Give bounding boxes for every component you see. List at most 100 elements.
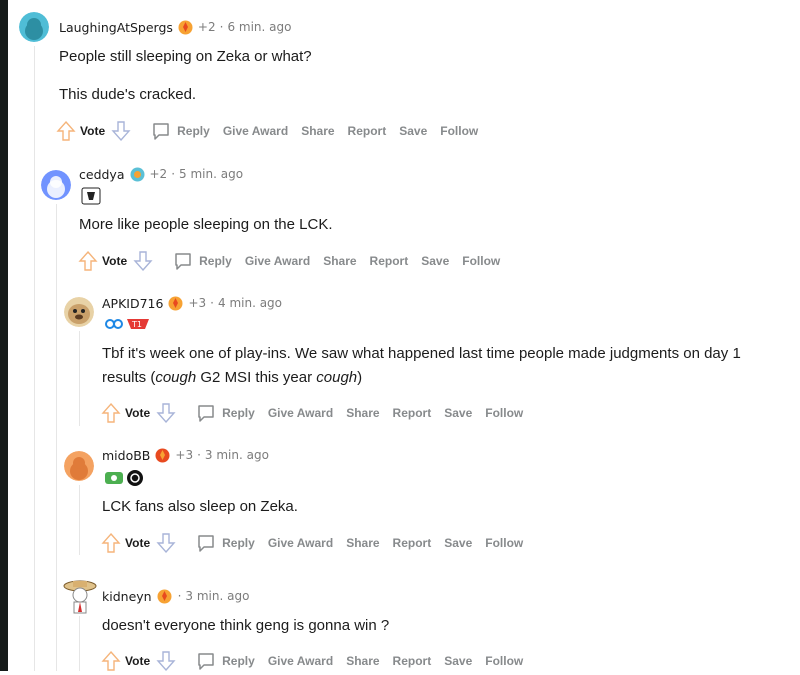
comment-actions: Vote Reply Give Award Share Report Save … <box>101 649 523 673</box>
comment-body: More like people sleeping on the LCK. <box>79 213 759 237</box>
share-button[interactable]: Share <box>346 654 379 668</box>
reply-button[interactable]: Reply <box>173 251 232 271</box>
give-award-button[interactable]: Give Award <box>223 124 288 138</box>
timestamp[interactable]: 3 min. ago <box>185 589 249 603</box>
save-button[interactable]: Save <box>444 654 472 668</box>
give-award-button[interactable]: Give Award <box>245 254 310 268</box>
upvote-arrow-icon[interactable] <box>56 120 76 142</box>
upvote-arrow-icon[interactable] <box>101 650 121 672</box>
share-button[interactable]: Share <box>346 536 379 550</box>
report-button[interactable]: Report <box>370 254 409 268</box>
comment-meta: midoBB +3 · 3 min. ago <box>102 446 269 464</box>
avatar[interactable] <box>41 170 71 200</box>
comment-meta: APKID716 +3 · 4 min. ago <box>102 294 282 312</box>
comment-paragraph: Tbf it's week one of play-ins. We saw wh… <box>102 342 762 390</box>
comment-meta: ceddya +2 · 5 min. ago <box>79 165 243 183</box>
reply-label: Reply <box>199 254 232 268</box>
text-part: G2 MSI this year <box>196 369 317 386</box>
vote-count: Vote <box>125 406 151 420</box>
follow-button[interactable]: Follow <box>440 124 478 138</box>
follow-button[interactable]: Follow <box>462 254 500 268</box>
username[interactable]: APKID716 <box>102 296 163 311</box>
downvote-arrow-icon[interactable] <box>156 650 176 672</box>
avatar[interactable] <box>64 451 94 481</box>
separator: · <box>177 589 182 603</box>
upvote-arrow-icon[interactable] <box>101 532 121 554</box>
report-button[interactable]: Report <box>393 654 432 668</box>
comment-body: doesn't everyone think geng is gonna win… <box>102 614 762 638</box>
save-button[interactable]: Save <box>444 406 472 420</box>
comment-actions: Vote Reply Give Award Share Report Save … <box>78 249 500 273</box>
report-button[interactable]: Report <box>393 406 432 420</box>
username[interactable]: ceddya <box>79 167 125 182</box>
comment-body: Tbf it's week one of play-ins. We saw wh… <box>102 342 762 390</box>
italic-text: cough <box>316 369 358 386</box>
thread-line[interactable] <box>56 204 57 671</box>
thread-line[interactable] <box>79 331 80 426</box>
comment-meta: LaughingAtSpergs +2 · 6 min. ago <box>59 18 291 36</box>
award-flame-icon <box>130 167 145 182</box>
save-button[interactable]: Save <box>421 254 449 268</box>
avatar[interactable] <box>19 12 49 42</box>
speech-bubble-icon <box>198 535 214 552</box>
separator: · <box>197 448 201 462</box>
award-count: +3 <box>175 448 194 462</box>
username[interactable]: LaughingAtSpergs <box>59 20 173 35</box>
follow-button[interactable]: Follow <box>485 406 523 420</box>
award-flame-icon <box>155 448 170 463</box>
window-edge <box>0 0 8 671</box>
speech-bubble-icon <box>175 253 191 270</box>
share-button[interactable]: Share <box>346 406 379 420</box>
save-button[interactable]: Save <box>444 536 472 550</box>
thread-line[interactable] <box>79 616 80 671</box>
timestamp[interactable]: 5 min. ago <box>179 167 243 181</box>
reply-button[interactable]: Reply <box>151 121 210 141</box>
separator: · <box>219 20 224 34</box>
comment-paragraph: This dude's cracked. <box>59 86 197 103</box>
timestamp[interactable]: 3 min. ago <box>205 448 269 462</box>
give-award-button[interactable]: Give Award <box>268 654 333 668</box>
vote-count: Vote <box>80 124 106 138</box>
report-button[interactable]: Report <box>393 536 432 550</box>
follow-button[interactable]: Follow <box>485 536 523 550</box>
reply-label: Reply <box>222 406 255 420</box>
username[interactable]: midoBB <box>102 448 150 463</box>
upvote-arrow-icon[interactable] <box>78 250 98 272</box>
vote-count: Vote <box>102 254 128 268</box>
follow-button[interactable]: Follow <box>485 654 523 668</box>
give-award-button[interactable]: Give Award <box>268 536 333 550</box>
reply-label: Reply <box>222 536 255 550</box>
upvote-arrow-icon[interactable] <box>101 402 121 424</box>
username[interactable]: kidneyn <box>102 589 152 604</box>
award-flame-icon <box>168 296 183 311</box>
downvote-arrow-icon[interactable] <box>133 250 153 272</box>
give-award-button[interactable]: Give Award <box>268 406 333 420</box>
avatar[interactable] <box>62 578 98 614</box>
comment-meta: kidneyn · 3 min. ago <box>102 587 249 605</box>
save-button[interactable]: Save <box>399 124 427 138</box>
avatar[interactable] <box>64 297 94 327</box>
reply-button[interactable]: Reply <box>196 403 255 423</box>
separator: · <box>210 296 214 310</box>
team-logo-icon <box>105 472 123 484</box>
thread-line[interactable] <box>79 485 80 555</box>
vote-count: Vote <box>125 536 151 550</box>
share-button[interactable]: Share <box>301 124 334 138</box>
reply-button[interactable]: Reply <box>196 651 255 671</box>
comment-actions: Vote Reply Give Award Share Report Save … <box>101 531 523 555</box>
downvote-arrow-icon[interactable] <box>111 120 131 142</box>
timestamp[interactable]: 6 min. ago <box>227 20 291 34</box>
timestamp[interactable]: 4 min. ago <box>218 296 282 310</box>
thread-line[interactable] <box>34 46 35 671</box>
flair-badges <box>81 187 101 205</box>
comment-paragraph: More like people sleeping on the LCK. <box>79 216 333 233</box>
speech-bubble-icon <box>153 123 169 140</box>
report-button[interactable]: Report <box>348 124 387 138</box>
share-button[interactable]: Share <box>323 254 356 268</box>
downvote-arrow-icon[interactable] <box>156 532 176 554</box>
reply-button[interactable]: Reply <box>196 533 255 553</box>
downvote-arrow-icon[interactable] <box>156 402 176 424</box>
reply-label: Reply <box>222 654 255 668</box>
comment-body: People still sleeping on Zeka or what? T… <box>59 45 759 107</box>
comment-actions: Vote Reply Give Award Share Report Save … <box>56 119 478 143</box>
